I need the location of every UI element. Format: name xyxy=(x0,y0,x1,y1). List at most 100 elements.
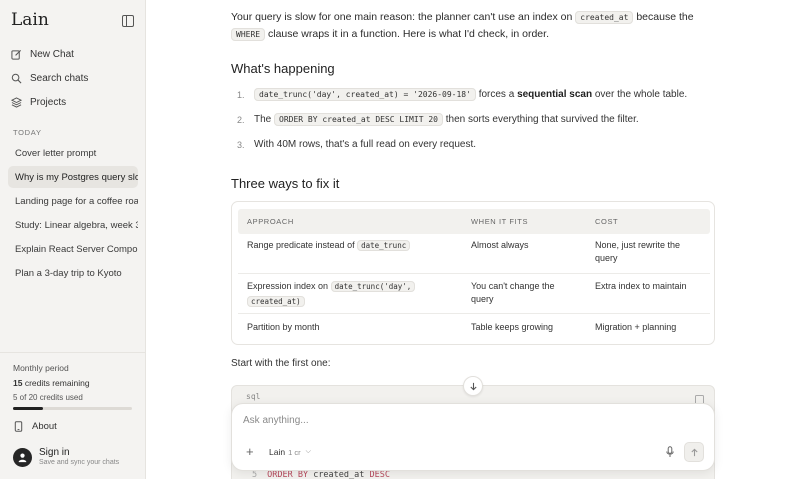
column-header: COST xyxy=(595,217,619,226)
table-cell: None, just rewrite the query xyxy=(595,239,705,265)
chat-item[interactable]: Landing page for a coffee roaster xyxy=(8,190,138,212)
table-cell: You can't change the query xyxy=(471,280,554,306)
intro-paragraph: Your query is slow for one main reason: … xyxy=(231,9,715,43)
row-divider xyxy=(238,313,710,314)
mic-icon[interactable] xyxy=(664,445,676,459)
list-number: 2. xyxy=(237,114,245,125)
chat-item[interactable]: Study: Linear algebra, week 3 xyxy=(8,214,138,236)
credits-progress xyxy=(13,407,132,410)
credits-progress-fill xyxy=(13,407,43,410)
line-number: 5 xyxy=(252,470,258,479)
column-header: WHEN IT FITS xyxy=(471,217,529,226)
inline-code: date_trunc('day', created_at) = '2026-09… xyxy=(254,88,476,101)
inline-code: WHERE xyxy=(231,28,266,41)
list-text: over the whole table. xyxy=(592,89,688,100)
list-number: 3. xyxy=(237,139,245,150)
search-chats-label: Search chats xyxy=(30,72,89,84)
inline-code: date_trunc('day', xyxy=(330,281,416,292)
chat-main: Your query is slow for one main reason: … xyxy=(147,0,800,479)
list-text: With 40M rows, that's a full read on eve… xyxy=(254,139,477,150)
message-input[interactable] xyxy=(243,415,643,426)
list-number: 1. xyxy=(237,89,245,100)
cell-text: None, just rewrite the xyxy=(595,240,681,250)
collapse-sidebar-icon[interactable] xyxy=(122,15,134,27)
plus-icon[interactable]: + xyxy=(246,445,254,459)
start-text: Start with the first one: xyxy=(231,358,331,369)
about-label: About xyxy=(32,421,57,432)
model-selector[interactable]: Lain 1 cr ⌵ xyxy=(269,447,311,457)
model-cost: 1 cr xyxy=(288,447,301,457)
cell-text: Expression index on xyxy=(247,281,331,291)
table-cell: Partition by month xyxy=(247,322,320,332)
projects-label: Projects xyxy=(30,96,67,108)
phone-icon xyxy=(13,421,24,432)
layers-icon xyxy=(11,96,22,108)
new-chat-button[interactable]: New Chat xyxy=(11,44,74,64)
arrow-up-icon xyxy=(690,448,698,456)
chat-item[interactable]: Cover letter prompt xyxy=(8,142,138,164)
table-header: APPROACH WHEN IT FITS COST xyxy=(238,209,710,234)
section-today-label: TODAY xyxy=(13,128,42,137)
code-language: sql xyxy=(246,392,261,401)
list-item: 2. The ORDER BY created_at DESC LIMIT 20… xyxy=(237,113,639,126)
table-cell: Expression index on date_trunc('day',cre… xyxy=(247,280,416,308)
model-name: Lain xyxy=(269,447,286,457)
cell-text: You can't change the xyxy=(471,281,555,291)
search-icon xyxy=(11,73,22,84)
cell-text: query xyxy=(471,294,494,304)
sign-in-title: Sign in xyxy=(39,447,70,458)
intro-text: because the xyxy=(633,11,694,23)
edit-icon xyxy=(11,49,22,60)
about-button[interactable]: About xyxy=(13,421,57,432)
new-chat-label: New Chat xyxy=(30,48,74,60)
list-item: 3. With 40M rows, that's a full read on … xyxy=(237,139,476,150)
cell-text: query xyxy=(595,253,618,263)
chat-item[interactable]: Plan a 3-day trip to Kyoto xyxy=(8,262,138,284)
send-button[interactable] xyxy=(684,442,704,462)
credits-suffix: credits remaining xyxy=(22,378,90,388)
intro-text: Your query is slow for one main reason: … xyxy=(231,11,576,23)
code-text: created_at xyxy=(308,470,370,479)
arrow-down-icon xyxy=(469,382,477,390)
inline-code: ORDER BY created_at DESC LIMIT 20 xyxy=(274,113,443,126)
code-line: 5 ORDER BY created_at DESC xyxy=(252,470,390,479)
credits-remaining: 15 credits remaining xyxy=(13,378,90,388)
table-cell: Almost always xyxy=(471,240,529,250)
search-chats-button[interactable]: Search chats xyxy=(11,68,88,88)
code-keyword: DESC xyxy=(369,470,390,479)
sidebar-divider xyxy=(0,352,146,353)
sign-in-button[interactable]: Sign in Save and sync your chats xyxy=(13,447,119,467)
chat-item[interactable]: Explain React Server Components xyxy=(8,238,138,260)
sign-in-subtitle: Save and sync your chats xyxy=(39,459,120,466)
list-bold: sequential scan xyxy=(517,89,593,100)
code-keyword: ORDER BY xyxy=(267,470,309,479)
projects-button[interactable]: Projects xyxy=(11,92,66,112)
credits-used: 5 of 20 credits used xyxy=(13,393,83,402)
chevron-down-icon: ⌵ xyxy=(305,448,311,455)
list-text: then sorts everything that survived the … xyxy=(442,114,639,125)
table-cell: Table keeps growing xyxy=(471,322,554,332)
inline-code: created_at xyxy=(575,11,634,24)
heading-whats-happening: What's happening xyxy=(231,61,335,76)
list-text: forces a xyxy=(475,89,518,100)
app-logo: Lain xyxy=(11,10,49,30)
table-cell: Range predicate instead of date_trunc xyxy=(247,239,411,252)
chat-item-active[interactable]: Why is my Postgres query slow? xyxy=(8,166,138,188)
column-header: APPROACH xyxy=(247,217,294,226)
sidebar: Lain New Chat Search chats Projects TODA… xyxy=(0,0,146,479)
list-item: 1. date_trunc('day', created_at) = '2026… xyxy=(237,88,688,101)
comparison-table: APPROACH WHEN IT FITS COST Range predica… xyxy=(231,201,715,345)
usage-period: Monthly period xyxy=(13,363,69,373)
inline-code: created_at) xyxy=(247,296,305,307)
cell-text: Range predicate instead of xyxy=(247,240,358,250)
list-text: The xyxy=(254,114,275,125)
avatar-icon xyxy=(13,447,32,467)
row-divider xyxy=(238,273,710,274)
intro-text: clause wraps it in a function. Here is w… xyxy=(265,28,549,40)
table-cell: Extra index to maintain xyxy=(595,281,687,291)
table-cell: Migration + planning xyxy=(595,322,677,332)
inline-code: date_trunc xyxy=(357,240,411,251)
heading-three-ways: Three ways to fix it xyxy=(231,176,340,191)
composer: + Lain 1 cr ⌵ xyxy=(231,403,715,471)
scroll-down-button[interactable] xyxy=(463,376,483,396)
